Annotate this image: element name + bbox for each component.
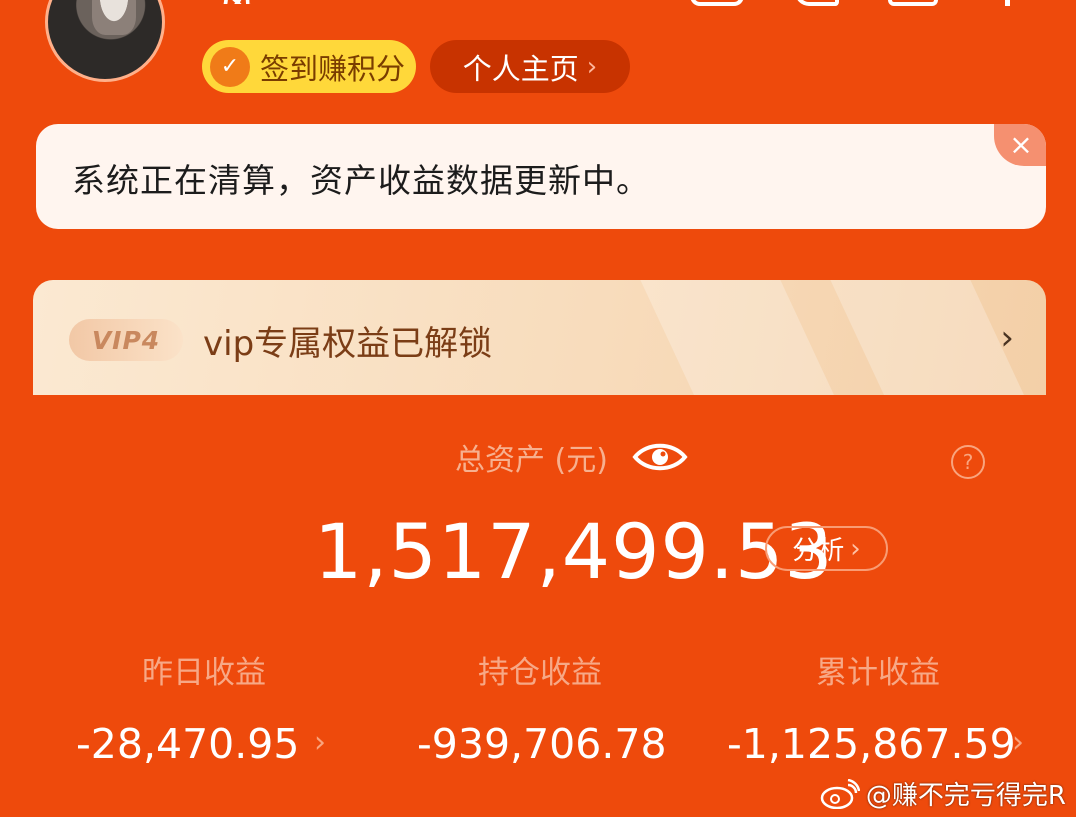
- chevron-right-icon[interactable]: ›: [314, 725, 326, 760]
- profile-label: 个人主页: [462, 51, 579, 86]
- stat-cumulative-value[interactable]: -1,125,867.59: [727, 720, 1016, 768]
- username-text: 凤: [220, 0, 254, 4]
- total-assets-label: 总资产 (元): [455, 443, 608, 478]
- analyze-button[interactable]: 分析 ›: [765, 526, 888, 571]
- username: 凤: [220, 0, 310, 4]
- stat-cumulative[interactable]: 累计收益: [708, 647, 1048, 692]
- vip-text: vip专属权益已解锁: [203, 324, 493, 364]
- chevron-right-icon: ›: [586, 51, 598, 82]
- weibo-watermark: @赚不完亏得完R: [820, 775, 1066, 812]
- stat-holding[interactable]: 持仓收益: [370, 647, 710, 692]
- watermark-text: @赚不完亏得完R: [865, 781, 1066, 811]
- message-icon[interactable]: [795, 0, 839, 6]
- asset-card: 总资产 (元) ? 1,517,499.53 分析 › 昨日收益 -28,470…: [0, 395, 1076, 817]
- stat-yesterday[interactable]: 昨日收益: [34, 647, 374, 692]
- profile-button[interactable]: 个人主页 ›: [430, 40, 630, 93]
- chevron-right-icon[interactable]: ›: [1012, 725, 1024, 760]
- chevron-right-icon: ›: [850, 533, 861, 564]
- checkin-button[interactable]: ✓ 签到赚积分: [202, 40, 416, 93]
- stat-label: 累计收益: [816, 655, 940, 691]
- avatar-cat-image: [92, 0, 136, 35]
- more-icon[interactable]: [1005, 0, 1010, 6]
- weibo-icon: [820, 778, 860, 809]
- stat-label: 持仓收益: [478, 655, 602, 691]
- close-icon[interactable]: ×: [994, 124, 1046, 166]
- avatar[interactable]: [45, 0, 165, 82]
- checkin-label: 签到赚积分: [260, 51, 406, 86]
- stat-yesterday-value[interactable]: -28,470.95: [76, 720, 299, 768]
- notice-text: 系统正在清算，资产收益数据更新中。: [72, 161, 650, 200]
- help-icon[interactable]: ?: [951, 445, 985, 479]
- analyze-label: 分析: [792, 536, 845, 566]
- stat-label: 昨日收益: [142, 655, 266, 691]
- stat-holding-value[interactable]: -939,706.78: [417, 720, 667, 768]
- total-assets-header: 总资产 (元): [455, 435, 688, 479]
- notice-banner: 系统正在清算，资产收益数据更新中。 ×: [36, 124, 1046, 229]
- mail-icon[interactable]: [888, 0, 938, 6]
- checkmark-icon: ✓: [210, 46, 250, 87]
- vip-badge: VIP4: [69, 319, 183, 361]
- eye-icon[interactable]: [632, 439, 688, 475]
- total-assets-value: 1,517,499.53: [314, 507, 834, 596]
- chevron-right-icon: ›: [1000, 318, 1014, 358]
- scan-icon[interactable]: [690, 0, 744, 6]
